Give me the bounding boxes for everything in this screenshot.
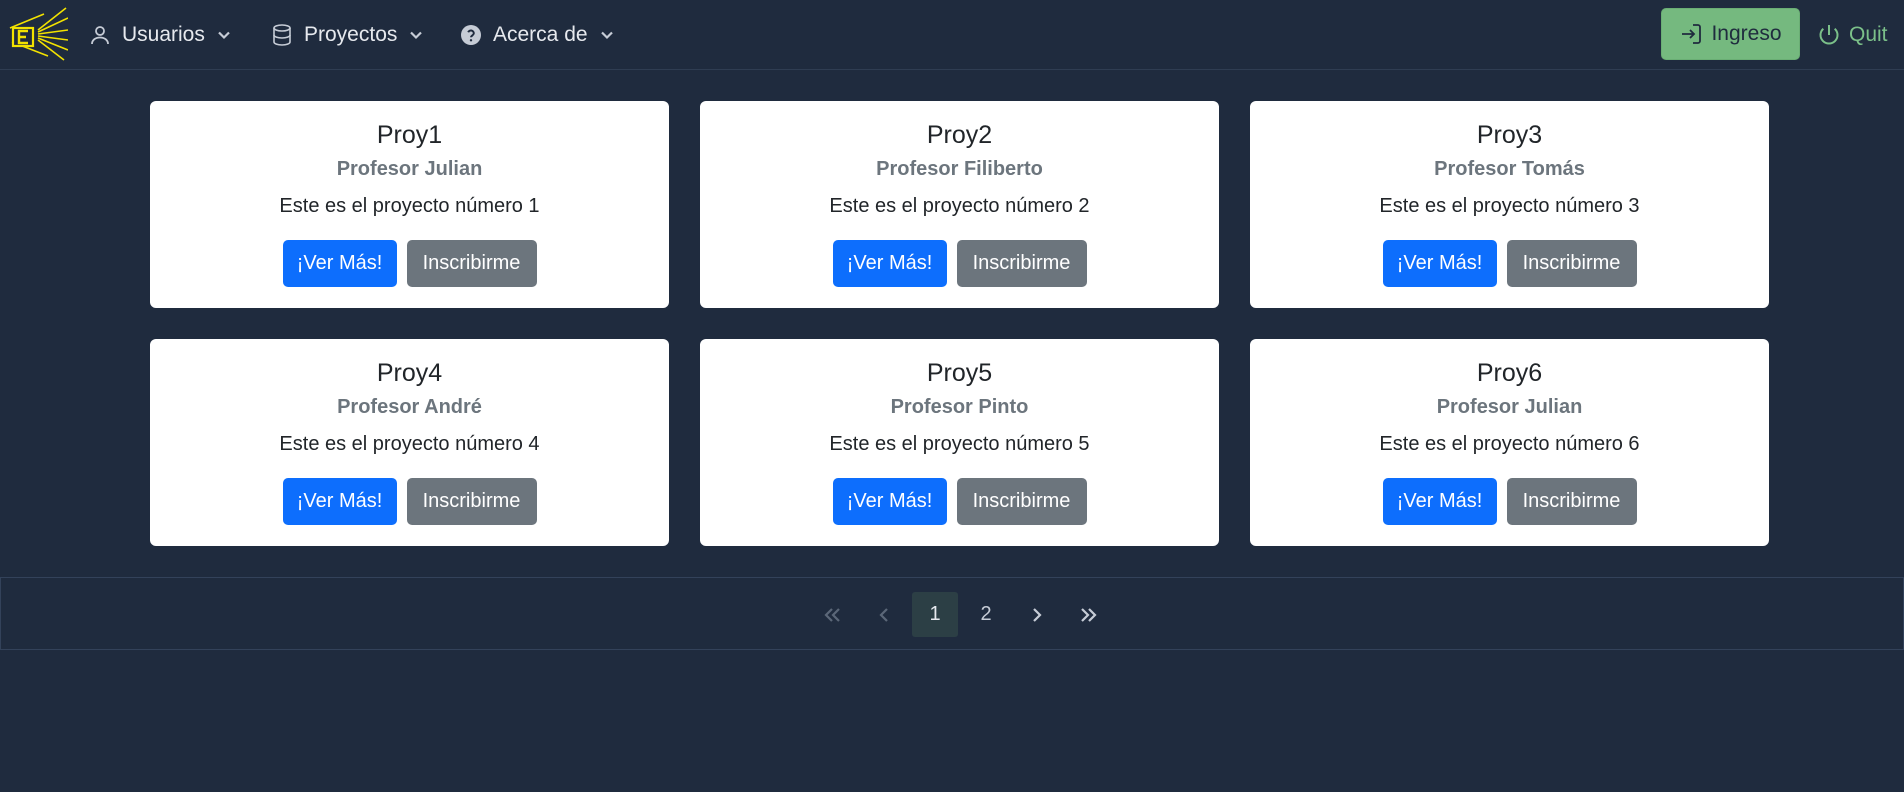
database-icon: [270, 23, 294, 47]
nav-menu-label: Acerca de: [493, 23, 588, 46]
quit-label: Quit: [1849, 23, 1888, 46]
card-text: Este es el proyecto número 2: [829, 195, 1090, 217]
nav-menu-usuarios[interactable]: Usuarios: [88, 0, 233, 70]
user-icon: [88, 23, 112, 47]
chevron-right-icon: [1033, 607, 1042, 622]
card-title: Proy6: [1476, 359, 1543, 387]
project-card: Proy6 Profesor Julian Este es el proyect…: [1250, 339, 1769, 546]
card-actions: ¡Ver Más! Inscribirme: [1250, 240, 1769, 287]
inscribirme-button[interactable]: Inscribirme: [1506, 478, 1637, 525]
power-icon: [1817, 23, 1841, 47]
card-subtitle: Profesor Julian: [1436, 396, 1583, 418]
nav-menu-acerca-de[interactable]: Acerca de: [459, 0, 616, 70]
project-card: Proy3 Profesor Tomás Este es el proyecto…: [1250, 101, 1769, 308]
card-actions: ¡Ver Más! Inscribirme: [700, 478, 1219, 525]
card-text: Este es el proyecto número 5: [829, 433, 1090, 455]
card-title: Proy5: [926, 359, 993, 387]
ver-mas-button[interactable]: ¡Ver Más!: [1382, 240, 1497, 287]
inscribirme-button[interactable]: Inscribirme: [406, 478, 537, 525]
ver-mas-button[interactable]: ¡Ver Más!: [1382, 478, 1497, 525]
inscribirme-button[interactable]: Inscribirme: [956, 478, 1087, 525]
card-title: Proy2: [926, 121, 993, 149]
inscribirme-button[interactable]: Inscribirme: [406, 240, 537, 287]
ver-mas-button[interactable]: ¡Ver Más!: [282, 478, 397, 525]
ver-mas-button[interactable]: ¡Ver Más!: [282, 240, 397, 287]
pagination: 1 2: [0, 577, 1904, 650]
card-subtitle: Profesor Filiberto: [876, 158, 1043, 180]
login-label: Ingreso: [1711, 22, 1782, 45]
page-2-button[interactable]: 2: [963, 592, 1009, 637]
card-subtitle: Profesor Tomás: [1434, 158, 1585, 180]
chevron-left-icon: [879, 607, 888, 622]
question-circle-icon: [459, 23, 483, 47]
first-page-button[interactable]: [809, 592, 855, 637]
inscribirme-button[interactable]: Inscribirme: [1506, 240, 1637, 287]
double-chevron-left-icon: [824, 607, 840, 622]
project-card: Proy5 Profesor Pinto Este es el proyecto…: [700, 339, 1219, 546]
sign-in-icon: [1679, 22, 1703, 46]
card-subtitle: Profesor Julian: [336, 158, 483, 180]
top-navbar: Usuarios Proyectos Acerca de Ingreso Qui…: [0, 0, 1904, 70]
card-subtitle: Profesor Pinto: [890, 396, 1029, 418]
card-text: Este es el proyecto número 1: [279, 195, 540, 217]
page-1-button[interactable]: 1: [912, 592, 958, 637]
card-actions: ¡Ver Más! Inscribirme: [150, 478, 669, 525]
card-subtitle: Profesor André: [337, 396, 482, 418]
card-actions: ¡Ver Más! Inscribirme: [700, 240, 1219, 287]
inscribirme-button[interactable]: Inscribirme: [956, 240, 1087, 287]
card-actions: ¡Ver Más! Inscribirme: [1250, 478, 1769, 525]
next-page-button[interactable]: [1014, 592, 1060, 637]
card-text: Este es el proyecto número 3: [1379, 195, 1640, 217]
login-button[interactable]: Ingreso: [1661, 8, 1800, 60]
nav-menu-label: Proyectos: [304, 23, 398, 46]
ver-mas-button[interactable]: ¡Ver Más!: [832, 478, 947, 525]
double-chevron-right-icon: [1081, 607, 1097, 622]
chevron-down-icon: [215, 26, 233, 44]
card-title: Proy1: [376, 121, 443, 149]
card-title: Proy3: [1476, 121, 1543, 149]
app-logo[interactable]: [8, 6, 69, 62]
nav-menu-label: Usuarios: [122, 23, 205, 46]
previous-page-button[interactable]: [861, 592, 907, 637]
card-actions: ¡Ver Más! Inscribirme: [150, 240, 669, 287]
card-text: Este es el proyecto número 4: [279, 433, 540, 455]
project-card: Proy1 Profesor Julian Este es el proyect…: [150, 101, 669, 308]
quit-button[interactable]: Quit: [1817, 0, 1888, 70]
card-text: Este es el proyecto número 6: [1379, 433, 1640, 455]
nav-menu-proyectos[interactable]: Proyectos: [270, 0, 425, 70]
project-card: Proy2 Profesor Filiberto Este es el proy…: [700, 101, 1219, 308]
card-title: Proy4: [376, 359, 443, 387]
chevron-down-icon: [598, 26, 616, 44]
chevron-down-icon: [407, 26, 425, 44]
last-page-button[interactable]: [1066, 592, 1112, 637]
ver-mas-button[interactable]: ¡Ver Más!: [832, 240, 947, 287]
project-card: Proy4 Profesor André Este es el proyecto…: [150, 339, 669, 546]
